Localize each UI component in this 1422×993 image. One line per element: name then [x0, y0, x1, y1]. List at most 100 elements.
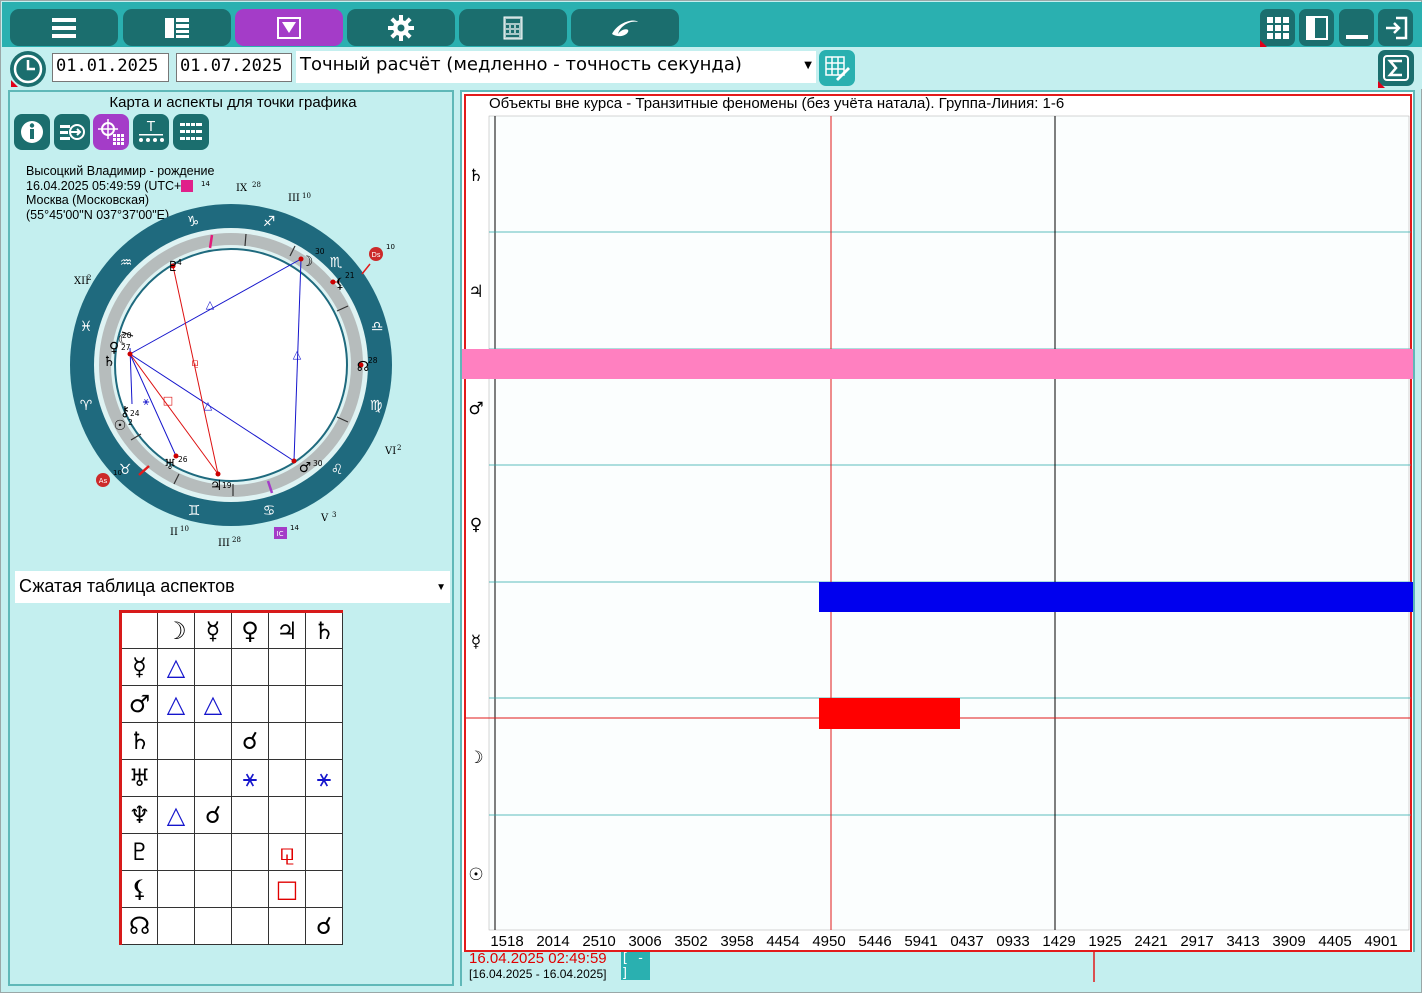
aspect-cell[interactable]: [268, 685, 306, 723]
svg-text:3: 3: [332, 511, 336, 519]
x-tick-label: 2917: [1180, 933, 1213, 950]
aspect-cell[interactable]: [305, 833, 343, 871]
date-toolbar: 01.01.2025 01.07.2025 Точный расчёт (мед…: [2, 47, 1422, 89]
aspect-cell[interactable]: [157, 722, 195, 760]
aspect-cell[interactable]: [231, 870, 269, 908]
apply-grid-button[interactable]: [819, 50, 855, 86]
aspect-cell[interactable]: [157, 870, 195, 908]
graph-panel: Объекты вне курса - Транзитные феномены …: [460, 90, 1417, 988]
svg-text:21: 21: [345, 271, 355, 280]
x-tick-label: 5941: [904, 933, 937, 950]
calculator-button[interactable]: [459, 9, 567, 46]
panel-toggle-button[interactable]: [1299, 9, 1334, 46]
aspect-cell[interactable]: [231, 685, 269, 723]
start-date-field[interactable]: 01.01.2025: [52, 53, 169, 82]
crosshair-table-button[interactable]: [93, 114, 129, 150]
svg-text:△: △: [206, 298, 215, 311]
aspect-cell[interactable]: [194, 648, 232, 686]
svg-text:III: III: [288, 193, 300, 204]
aspect-cell[interactable]: [231, 907, 269, 945]
x-tick-label: 4950: [812, 933, 845, 950]
aspect-cell[interactable]: [231, 833, 269, 871]
aspect-cell[interactable]: [268, 759, 306, 797]
svg-text:28: 28: [252, 181, 261, 189]
aspect-cell[interactable]: [268, 648, 306, 686]
aspect-cell[interactable]: [305, 685, 343, 723]
text-dots-button[interactable]: T: [133, 114, 169, 150]
svg-text:♅: ♅: [164, 457, 177, 473]
aspect-cell[interactable]: [194, 907, 232, 945]
svg-text:♄: ♄: [103, 354, 116, 370]
filter-icon: [277, 16, 301, 39]
aspect-cell[interactable]: [268, 796, 306, 834]
x-tick-label: 5446: [858, 933, 891, 950]
svg-text:♎: ♎: [371, 319, 384, 335]
aspect-cell[interactable]: ⚹: [305, 759, 343, 797]
aspect-cell[interactable]: [305, 796, 343, 834]
aspect-cell[interactable]: [231, 796, 269, 834]
layout-button[interactable]: [123, 9, 231, 46]
aspect-cell[interactable]: [157, 759, 195, 797]
transfer-icon: [60, 124, 85, 140]
end-date-field[interactable]: 01.07.2025: [176, 53, 292, 82]
timeline-graph[interactable]: ♄ ♃ ♂ ♀ ☿ ☽ ☉ 1518 2014 2510 3006 3502 3…: [462, 92, 1417, 988]
aspect-cell[interactable]: [231, 648, 269, 686]
aspect-cell[interactable]: [157, 907, 195, 945]
bar-moon[interactable]: [819, 698, 960, 729]
svg-text:28: 28: [232, 536, 241, 544]
aspect-cell[interactable]: [194, 833, 232, 871]
svg-text:20: 20: [122, 331, 132, 340]
aspect-cell[interactable]: [305, 870, 343, 908]
x-tick-label: 1518: [490, 933, 523, 950]
crosshair-icon: [98, 119, 124, 145]
aspect-cell[interactable]: [194, 759, 232, 797]
aspect-cell[interactable]: [268, 722, 306, 760]
aspect-table-row: ♂ △ △: [120, 685, 343, 723]
aspect-cell[interactable]: △: [157, 648, 195, 686]
svg-text:△: △: [293, 348, 302, 361]
lines-grid-button[interactable]: [173, 114, 209, 150]
svg-text:2: 2: [87, 274, 91, 282]
aspect-cell[interactable]: △: [157, 796, 195, 834]
svg-text:☽: ☽: [301, 254, 314, 270]
x-tick-label: 3006: [628, 933, 661, 950]
svg-text:☉: ☉: [114, 418, 127, 434]
aspect-cell[interactable]: [268, 907, 306, 945]
aspect-table-mode-select[interactable]: Сжатая таблица аспектов ▼: [15, 571, 450, 603]
corner-marker: [11, 80, 18, 87]
aspect-cell[interactable]: ☌: [305, 907, 343, 945]
aspect-cell[interactable]: ⚼: [268, 833, 306, 871]
logo-button[interactable]: [571, 9, 679, 46]
aspect-cell[interactable]: △: [194, 685, 232, 723]
aspect-cell[interactable]: ⚹: [231, 759, 269, 797]
settings-button[interactable]: [347, 9, 455, 46]
minimize-button[interactable]: [1339, 9, 1374, 46]
transfer-button[interactable]: [54, 114, 90, 150]
list-menu-button[interactable]: [10, 9, 118, 46]
aspect-cell[interactable]: ☌: [194, 796, 232, 834]
aspect-cell[interactable]: △: [157, 685, 195, 723]
bar-mercury[interactable]: [819, 582, 1413, 612]
x-tick-label: 0933: [996, 933, 1029, 950]
aspect-cell[interactable]: [194, 870, 232, 908]
chart-panel: Карта и аспекты для точки графика T Высо…: [8, 90, 454, 986]
aspect-cell[interactable]: [194, 722, 232, 760]
aspect-cell[interactable]: ☌: [231, 722, 269, 760]
grid-view-button[interactable]: [1260, 9, 1295, 47]
svg-text:10: 10: [302, 192, 311, 200]
aspect-cell[interactable]: [305, 648, 343, 686]
aspect-cell[interactable]: [305, 722, 343, 760]
aspect-cell[interactable]: [157, 833, 195, 871]
zoom-out-button[interactable]: [ - ]: [621, 951, 650, 981]
calc-mode-select[interactable]: Точный расчёт (медленно - точность секун…: [296, 51, 816, 83]
filter-button[interactable]: [235, 9, 343, 46]
cursor-datetime: 16.04.2025 02:49:59: [469, 950, 607, 967]
svg-text:10: 10: [113, 469, 122, 477]
sum-button[interactable]: [1378, 50, 1414, 88]
info-button[interactable]: [14, 114, 50, 150]
exit-button[interactable]: [1378, 9, 1413, 46]
bar-mars[interactable]: [462, 349, 1413, 379]
aspect-cell[interactable]: □: [268, 870, 306, 908]
aspect-table: ☽ ☿ ♀ ♃ ♄ ☿ △ ♂ △ △ ♄ ☌ ♅ ⚹ ⚹ ♆ △ ☌ ♇ ⚼ …: [119, 610, 343, 945]
chart-panel-title: Карта и аспекты для точки графика: [109, 94, 357, 111]
